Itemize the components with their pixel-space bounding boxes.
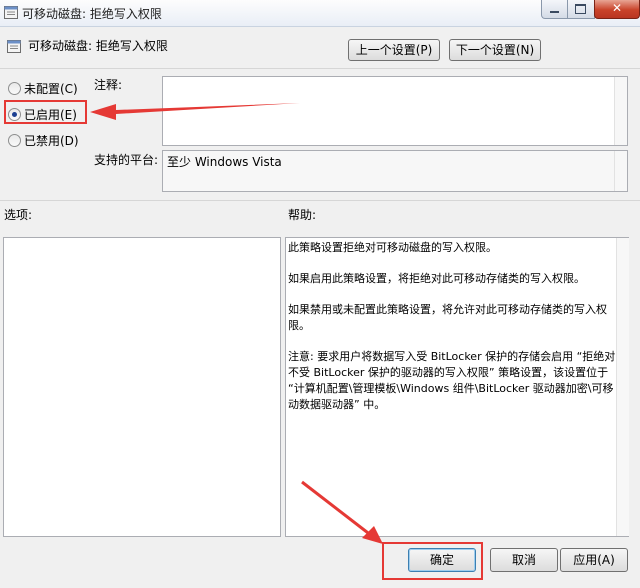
supported-platform-value: 至少 Windows Vista [167,155,282,169]
previous-setting-button[interactable]: 上一个设置(P) [348,39,440,61]
help-paragraph: 如果启用此策略设置，将拒绝对此可移动存储类的写入权限。 [288,272,585,285]
annotation-box-enabled [4,100,87,124]
policy-setting-icon [4,6,18,19]
policy-name: 可移动磁盘: 拒绝写入权限 [28,39,168,53]
header-divider [0,68,640,69]
cancel-button[interactable]: 取消 [490,548,558,572]
options-label: 选项: [4,208,33,222]
radio-disabled[interactable] [8,134,21,147]
annotation-box-ok [382,542,483,580]
apply-button[interactable]: 应用(A) [560,548,628,572]
help-paragraph: 注意: 要求用户将数据写入受 BitLocker 保护的存储会启用 “拒绝对不受… [288,350,616,411]
close-button[interactable]: ✕ [594,0,640,19]
supported-scrollbar[interactable] [614,151,627,191]
help-label: 帮助: [288,208,317,222]
comment-label: 注释: [94,78,123,92]
help-scrollbar[interactable] [616,238,629,536]
help-paragraph: 此策略设置拒绝对可移动磁盘的写入权限。 [288,241,497,254]
supported-platform-label: 支持的平台: [94,153,159,167]
minimize-button[interactable] [541,0,569,19]
radio-label-disabled[interactable]: 已禁用(D) [24,132,79,149]
policy-setting-icon [7,40,21,53]
maximize-button[interactable] [567,0,595,19]
comment-field[interactable] [162,76,628,146]
window-title: 可移动磁盘: 拒绝写入权限 [22,7,162,21]
next-setting-button[interactable]: 下一个设置(N) [449,39,541,61]
help-text: 此策略设置拒绝对可移动磁盘的写入权限。 如果启用此策略设置，将拒绝对此可移动存储… [288,240,616,428]
comment-scrollbar[interactable] [614,77,627,145]
radio-label-not-configured[interactable]: 未配置(C) [24,80,78,97]
supported-platform-field: 至少 Windows Vista [162,150,628,192]
radio-not-configured[interactable] [8,82,21,95]
help-paragraph: 如果禁用或未配置此策略设置，将允许对此可移动存储类的写入权限。 [288,303,607,332]
options-panel [3,237,281,537]
section-divider [0,200,640,201]
